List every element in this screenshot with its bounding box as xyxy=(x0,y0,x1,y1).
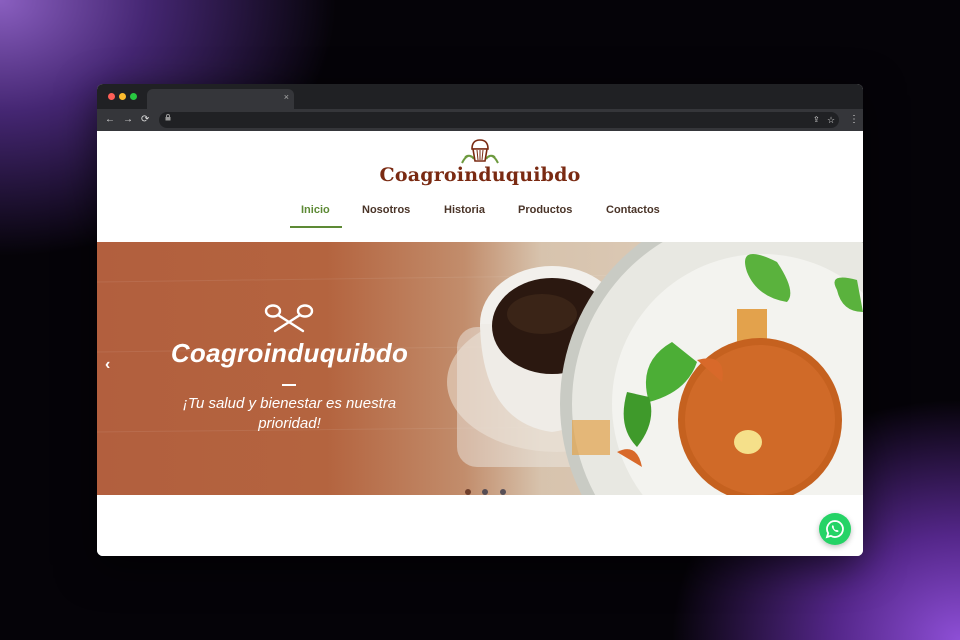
carousel-indicator[interactable] xyxy=(465,489,471,495)
logo-wordmark: Coagroinduquibdo xyxy=(379,164,581,186)
hero-subtitle-line: ¡Tu salud y bienestar es nuestra xyxy=(182,395,397,412)
bookmark-star-icon[interactable]: ☆ xyxy=(827,113,835,127)
hero-subtitle: ¡Tu salud y bienestar es nuestra priorid… xyxy=(142,394,437,434)
carousel-indicator[interactable] xyxy=(482,489,489,495)
reload-icon[interactable]: ⟳ xyxy=(141,113,149,127)
browser-menu-icon[interactable]: ⋮ xyxy=(849,113,859,127)
main-navigation: Inicio Nosotros Historia Productos Conta… xyxy=(97,199,863,229)
nav-item-nosotros[interactable]: Nosotros xyxy=(362,204,410,216)
browser-window: × ← → ⟳ ⇪ ☆ ⋮ Coagroinduquibdo Inicio No… xyxy=(97,84,863,556)
web-page: Coagroinduquibdo Inicio Nosotros Histori… xyxy=(97,131,863,556)
browser-tab[interactable]: × xyxy=(147,89,294,109)
carousel-indicators xyxy=(465,482,513,495)
maximize-window-icon[interactable] xyxy=(130,93,137,100)
hero-carousel[interactable]: Coagroinduquibdo ¡Tu salud y bienestar e… xyxy=(97,242,863,495)
share-icon[interactable]: ⇪ xyxy=(813,113,820,127)
carousel-prev-icon[interactable]: ‹ xyxy=(105,356,110,374)
nav-item-productos[interactable]: Productos xyxy=(518,204,572,216)
minimize-window-icon[interactable] xyxy=(119,93,126,100)
forward-icon[interactable]: → xyxy=(123,113,133,127)
nav-item-historia[interactable]: Historia xyxy=(444,204,485,216)
back-icon[interactable]: ← xyxy=(105,113,115,127)
hero-title: Coagroinduquibdo xyxy=(170,338,409,368)
whatsapp-icon xyxy=(825,520,844,539)
active-nav-indicator xyxy=(290,226,342,228)
hero-divider xyxy=(282,384,296,386)
carousel-indicator[interactable] xyxy=(499,489,506,495)
crossed-spoons-icon xyxy=(264,304,314,333)
lock-icon xyxy=(165,114,171,123)
tab-close-icon[interactable]: × xyxy=(284,92,289,102)
hero-subtitle-line: prioridad! xyxy=(258,415,321,432)
browser-toolbar: ← → ⟳ ⇪ ☆ ⋮ xyxy=(97,109,863,131)
close-window-icon[interactable] xyxy=(108,93,115,100)
whatsapp-button[interactable] xyxy=(819,513,851,545)
site-logo[interactable]: Coagroinduquibdo xyxy=(97,131,863,193)
nav-item-inicio[interactable]: Inicio xyxy=(301,204,330,216)
tab-strip: × xyxy=(97,84,863,109)
nav-item-contactos[interactable]: Contactos xyxy=(606,204,660,216)
address-bar[interactable] xyxy=(159,112,839,128)
